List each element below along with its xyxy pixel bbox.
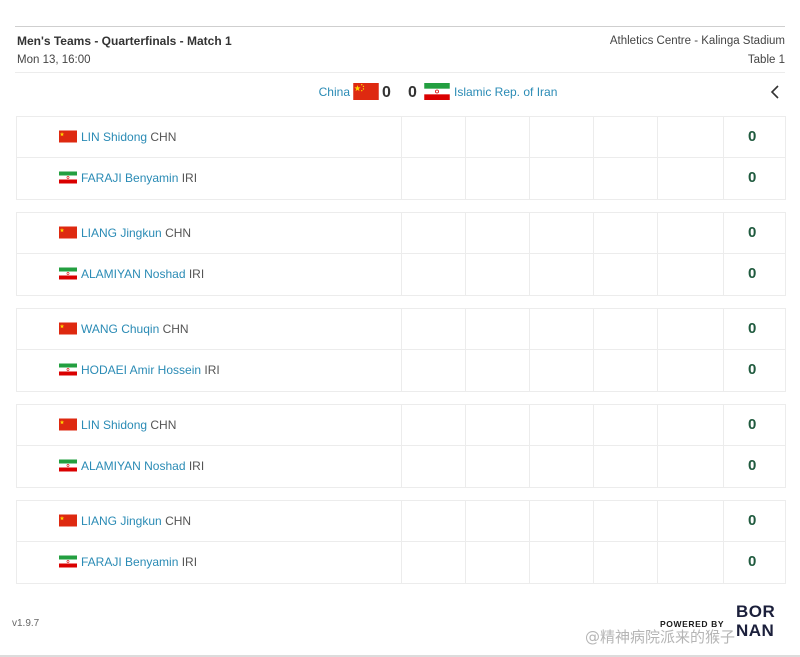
player-country-code: IRI: [181, 171, 198, 185]
player-name-text[interactable]: LIN Shidong: [81, 418, 147, 432]
china-flag-icon: [59, 130, 77, 143]
player-score: 0: [748, 361, 757, 378]
player-country-code: CHN: [162, 322, 189, 336]
player-country-code: CHN: [150, 418, 177, 432]
player-score: 0: [748, 457, 757, 474]
rubber-1: LIN Shidong CHN 0 FARAJI Benyamin IRI 0: [16, 116, 786, 200]
iran-flag-icon: [59, 171, 77, 184]
player-name[interactable]: ALAMIYAN Noshad IRI: [81, 459, 204, 473]
player-score: 0: [748, 553, 757, 570]
player-row: FARAJI Benyamin IRI 0: [17, 158, 785, 199]
away-team-score: 0: [408, 84, 417, 101]
player-name[interactable]: FARAJI Benyamin IRI: [81, 171, 197, 185]
player-name-text[interactable]: ALAMIYAN Noshad: [81, 267, 186, 281]
brand-line-1: BOR: [736, 602, 776, 621]
header-divider: [15, 72, 785, 73]
china-flag-icon: [353, 83, 379, 100]
player-country-code: IRI: [188, 459, 205, 473]
player-row: ALAMIYAN Noshad IRI 0: [17, 254, 785, 295]
venue-info: Athletics Centre - Kalinga Stadium Table…: [610, 34, 785, 68]
player-row: HODAEI Amir Hossein IRI 0: [17, 350, 785, 391]
match-datetime: Mon 13, 16:00: [17, 54, 91, 66]
player-name-text[interactable]: FARAJI Benyamin: [81, 555, 178, 569]
player-row: LIN Shidong CHN 0: [17, 117, 785, 158]
player-score: 0: [748, 512, 757, 529]
rubber-3: WANG Chuqin CHN 0 HODAEI Amir Hossein IRI 0: [16, 308, 786, 392]
away-team-name[interactable]: Islamic Rep. of Iran: [454, 85, 557, 99]
brand-line-2: NAN: [736, 621, 775, 640]
player-name[interactable]: FARAJI Benyamin IRI: [81, 555, 197, 569]
player-country-code: IRI: [181, 555, 198, 569]
match-title: Men's Teams - Quarterfinals - Match 1: [17, 34, 232, 48]
iran-flag-icon: [59, 363, 77, 376]
player-row: WANG Chuqin CHN 0: [17, 309, 785, 350]
team-scoreline: China 0 0 Islamic Rep. of Iran: [0, 80, 800, 104]
iran-flag-icon: [424, 83, 450, 100]
china-flag-icon: [59, 514, 77, 527]
chevron-left-icon[interactable]: [766, 80, 786, 104]
player-score: 0: [748, 128, 757, 145]
player-row: LIANG Jingkun CHN 0: [17, 501, 785, 542]
venue-name: Athletics Centre - Kalinga Stadium: [609, 35, 785, 47]
player-name[interactable]: LIN Shidong CHN: [81, 418, 176, 432]
player-country-code: IRI: [204, 363, 220, 377]
home-team-score: 0: [382, 84, 391, 101]
top-divider: [15, 26, 785, 27]
player-name-text[interactable]: WANG Chuqin: [81, 322, 159, 336]
watermark: @精神病院派来的猴子: [585, 628, 736, 646]
player-row: FARAJI Benyamin IRI 0: [17, 542, 785, 583]
player-country-code: CHN: [165, 514, 192, 528]
iran-flag-icon: [59, 459, 77, 472]
home-team-name[interactable]: China: [319, 85, 350, 99]
player-name-text[interactable]: LIANG Jingkun: [81, 226, 162, 240]
player-row: LIN Shidong CHN 0: [17, 405, 785, 446]
player-score: 0: [748, 320, 757, 337]
china-flag-icon: [59, 226, 77, 239]
player-name-text[interactable]: FARAJI Benyamin: [81, 171, 178, 185]
player-name-text[interactable]: LIANG Jingkun: [81, 514, 162, 528]
player-name[interactable]: WANG Chuqin CHN: [81, 322, 189, 336]
iran-flag-icon: [59, 267, 77, 280]
rubber-4: LIN Shidong CHN 0 ALAMIYAN Noshad IRI 0: [16, 404, 786, 488]
player-score: 0: [748, 169, 757, 186]
player-name[interactable]: LIN Shidong CHN: [81, 130, 176, 144]
player-name[interactable]: HODAEI Amir Hossein IRI: [81, 363, 220, 377]
version-label: v1.9.7: [12, 618, 40, 629]
rubber-5: LIANG Jingkun CHN 0 FARAJI Benyamin IRI 0: [16, 500, 786, 584]
player-name-text[interactable]: HODAEI Amir Hossein: [81, 363, 201, 377]
player-country-code: IRI: [188, 267, 205, 281]
player-row: LIANG Jingkun CHN 0: [17, 213, 785, 254]
player-country-code: CHN: [165, 226, 192, 240]
china-flag-icon: [59, 418, 77, 431]
china-flag-icon: [59, 322, 77, 335]
player-name-text[interactable]: ALAMIYAN Noshad: [81, 459, 186, 473]
player-name[interactable]: ALAMIYAN Noshad IRI: [81, 267, 204, 281]
player-score: 0: [748, 224, 757, 241]
match-info: Men's Teams - Quarterfinals - Match 1 Mo…: [17, 34, 232, 68]
bornan-logo: BOR NAN: [736, 603, 788, 645]
player-name-text[interactable]: LIN Shidong: [81, 130, 147, 144]
table-label: Table 1: [747, 54, 785, 66]
player-name[interactable]: LIANG Jingkun CHN: [81, 514, 191, 528]
iran-flag-icon: [59, 555, 77, 568]
player-score: 0: [748, 265, 757, 282]
player-score: 0: [748, 416, 757, 433]
player-country-code: CHN: [150, 130, 177, 144]
player-row: ALAMIYAN Noshad IRI 0: [17, 446, 785, 487]
rubber-2: LIANG Jingkun CHN 0 ALAMIYAN Noshad IRI 0: [16, 212, 786, 296]
player-name[interactable]: LIANG Jingkun CHN: [81, 226, 191, 240]
